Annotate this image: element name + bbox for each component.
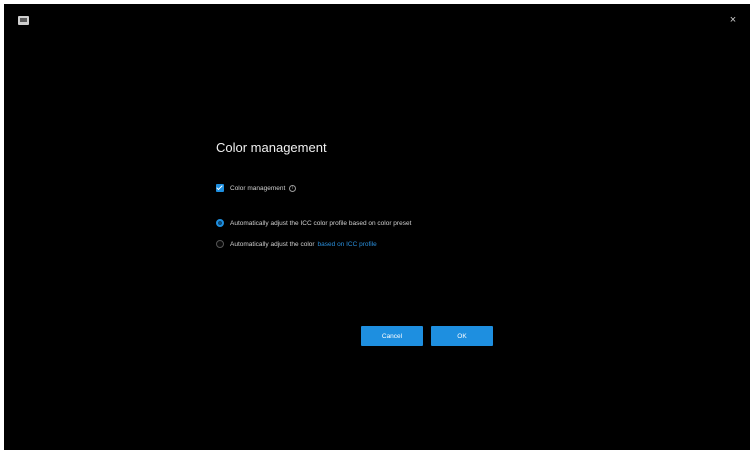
info-icon[interactable]: i (289, 184, 297, 192)
option-auto-color-row[interactable]: Automatically adjust the color based on … (216, 240, 377, 248)
cancel-button[interactable]: Cancel (361, 326, 423, 346)
option-auto-icc-label: Automatically adjust the ICC color profi… (230, 219, 412, 227)
radio-auto-color[interactable] (216, 240, 224, 248)
dialog-title: Color management (216, 140, 327, 155)
ok-button[interactable]: OK (431, 326, 493, 346)
close-icon[interactable]: × (728, 15, 738, 26)
icc-profile-link[interactable]: based on ICC profile (318, 241, 377, 248)
color-management-dialog: Color management Color management i Auto… (216, 140, 516, 370)
color-management-label: Color management (230, 184, 286, 192)
monitor-icon (18, 16, 29, 25)
radio-auto-icc[interactable] (216, 219, 224, 227)
color-management-toggle-row[interactable]: Color management i (216, 184, 297, 192)
app-window: × Color management Color management i Au… (4, 4, 750, 450)
option-auto-color-label: Automatically adjust the color (230, 240, 315, 248)
color-management-checkbox[interactable] (216, 184, 224, 192)
option-auto-icc-row[interactable]: Automatically adjust the ICC color profi… (216, 219, 411, 227)
